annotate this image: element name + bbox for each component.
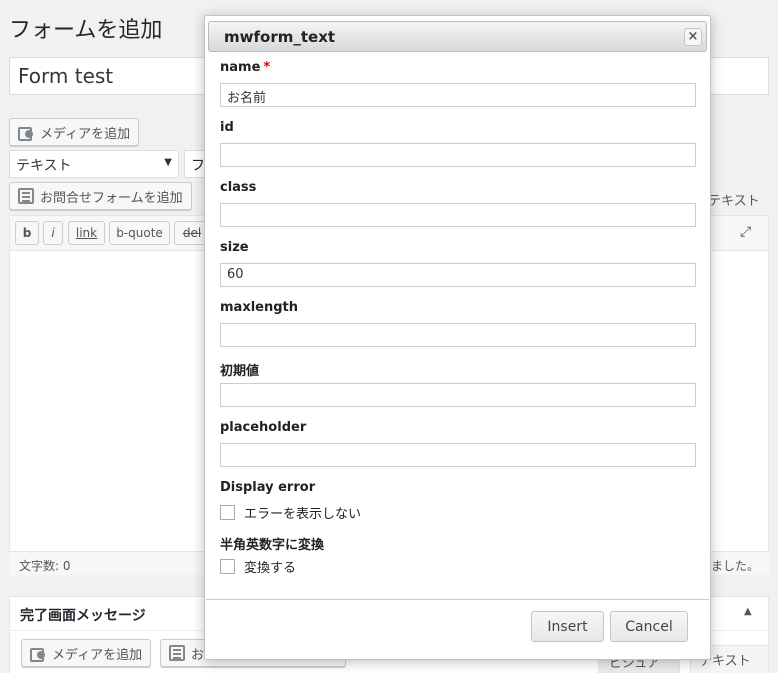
class-label: class [220,180,257,195]
complete-add-form-label: お [191,647,205,663]
display-error-option[interactable]: エラーを表示しない [220,503,361,522]
add-contact-form-label: お問合せフォームを追加 [40,190,183,206]
quicktag-link[interactable]: link [68,221,105,245]
conv-half-checkbox[interactable] [220,559,235,574]
complete-message-title: 完了画面メッセージ [20,608,146,624]
display-error-label: Display error [220,480,316,495]
placeholder-label: placeholder [220,420,307,435]
quicktag-bquote[interactable]: b-quote [109,221,170,245]
size-input[interactable]: 60 [220,263,696,287]
close-icon[interactable]: × [684,28,702,46]
maxlength-label: maxlength [220,300,299,315]
tab-text[interactable]: テキスト [708,190,760,209]
placeholder-input[interactable] [220,443,696,467]
add-contact-form-button[interactable]: お問合せフォームを追加 [9,182,192,210]
conv-half-label: 半角英数字に変換 [220,538,325,553]
footer-divider [206,599,709,600]
complete-add-media-button[interactable]: メディアを追加 [21,639,152,667]
form-icon [169,645,185,661]
fullscreen-icon[interactable]: ⤢ [740,224,751,240]
quicktag-bold[interactable]: b [15,221,39,245]
maxlength-input[interactable] [220,323,696,347]
dropdown-arrow-icon: ▼ [164,157,172,168]
form-icon [18,188,34,204]
saved-message: ました。 [710,559,759,573]
required-mark: * [263,60,271,75]
complete-add-media-label: メディアを追加 [52,647,143,663]
size-label: size [220,240,249,255]
page-title: フォームを追加 [9,18,163,43]
dialog-header[interactable]: mwform_text × [208,21,707,52]
media-icon [18,125,34,141]
format-select-2-value: フ [191,158,205,174]
id-input[interactable] [220,143,696,167]
id-label: id [220,120,234,135]
cancel-button[interactable]: Cancel [610,611,688,642]
add-media-button[interactable]: メディアを追加 [9,118,140,146]
word-count: 文字数: 0 [19,559,71,573]
media-icon [30,646,46,662]
add-media-label: メディアを追加 [40,126,131,142]
class-input[interactable] [220,203,696,227]
name-label-text: name [220,60,261,75]
display-error-checkbox-label[interactable]: エラーを表示しない [244,503,361,522]
mwform-text-dialog: mwform_text × name * お名前 id class size 60… [204,15,711,660]
collapse-arrow-icon[interactable]: ▲ [744,606,752,617]
format-select[interactable]: テキスト ▼ [9,150,179,178]
insert-button[interactable]: Insert [531,611,604,642]
initial-value-label: 初期値 [220,364,260,379]
dialog-title: mwform_text [224,28,336,46]
conv-half-checkbox-label[interactable]: 変換する [244,557,296,576]
format-select-value: テキスト [16,158,72,174]
display-error-checkbox[interactable] [220,505,235,520]
conv-half-option[interactable]: 変換する [220,557,296,576]
name-input[interactable]: お名前 [220,83,696,107]
name-label: name * [220,60,270,75]
quicktag-italic[interactable]: i [43,221,63,245]
initial-value-input[interactable] [220,383,696,407]
